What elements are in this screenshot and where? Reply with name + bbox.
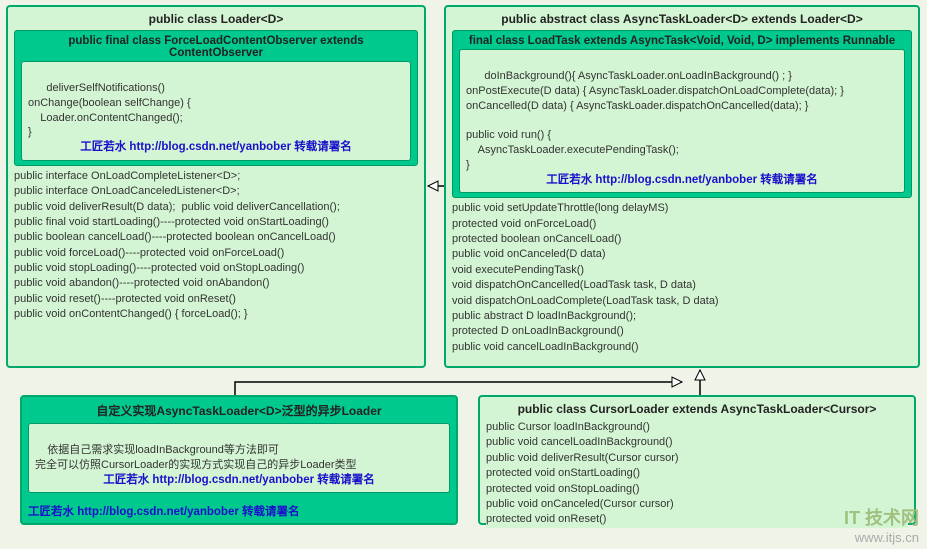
custom-title: 自定义实现AsyncTaskLoader<D>泛型的异步Loader <box>28 400 450 423</box>
async-methods: public void setUpdateThrottle(long delay… <box>452 201 912 355</box>
loader-inner-box: public final class ForceLoadContentObser… <box>14 30 418 166</box>
async-inner-body: doInBackground(){ AsyncTaskLoader.onLoad… <box>466 70 844 171</box>
signature-text: 工匠若水 http://blog.csdn.net/yanbober 转载请署名 <box>28 140 404 156</box>
cursor-methods: public Cursor loadInBackground() public … <box>486 420 908 528</box>
loader-title: public class Loader<D> <box>14 10 418 30</box>
loader-inner-title: public final class ForceLoadContentObser… <box>21 35 411 61</box>
async-title: public abstract class AsyncTaskLoader<D>… <box>452 10 912 30</box>
loader-inner-body: deliverSelfNotifications() onChange(bool… <box>28 82 191 139</box>
cursor-title: public class CursorLoader extends AsyncT… <box>486 400 908 420</box>
async-inner-box: final class LoadTask extends AsyncTask<V… <box>452 30 912 198</box>
custom-loader-box: 自定义实现AsyncTaskLoader<D>泛型的异步Loader 依据自己需… <box>20 395 458 525</box>
loader-methods: public interface OnLoadCompleteListener<… <box>14 169 418 323</box>
asynctaskloader-class-box: public abstract class AsyncTaskLoader<D>… <box>444 5 920 368</box>
watermark-url: www.itjs.cn <box>844 530 919 545</box>
signature-text: 工匠若水 http://blog.csdn.net/yanbober 转载请署名 <box>35 473 443 489</box>
signature-text: 工匠若水 http://blog.csdn.net/yanbober 转载请署名 <box>28 493 450 519</box>
cursorloader-class-box: public class CursorLoader extends AsyncT… <box>478 395 916 525</box>
signature-text: 工匠若水 http://blog.csdn.net/yanbober 转载请署名 <box>466 173 898 189</box>
async-inner-title: final class LoadTask extends AsyncTask<V… <box>459 35 905 49</box>
loader-class-box: public class Loader<D> public final clas… <box>6 5 426 368</box>
custom-body: 依据自己需求实现loadInBackground等方法即可 完全可以仿照Curs… <box>35 444 357 471</box>
